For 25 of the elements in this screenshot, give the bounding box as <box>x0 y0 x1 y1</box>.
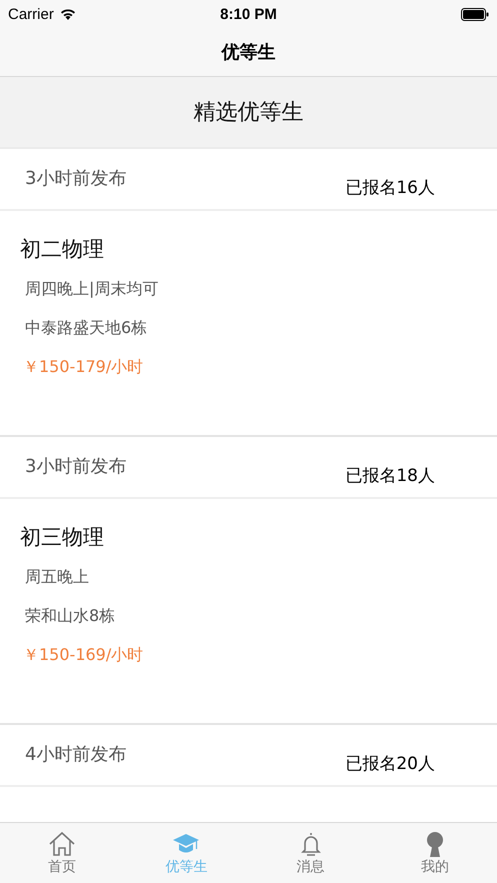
wifi-icon <box>60 8 76 20</box>
address-text: 中泰路盛天地6栋 <box>25 317 148 339</box>
tab-item[interactable]: 优等生 <box>124 823 248 883</box>
posted-time: 4小时前发布 <box>25 743 126 766</box>
signup-count: 已报名20人 <box>345 753 435 775</box>
posted-time: 3小时前发布 <box>25 167 126 190</box>
subject-title: 初二物理 <box>20 236 105 263</box>
posted-time: 3小时前发布 <box>25 455 126 478</box>
carrier-label: Carrier <box>8 6 54 22</box>
battery-icon <box>461 8 489 20</box>
subject-title: 初三物理 <box>20 524 105 551</box>
nav-title: 优等生 <box>222 41 276 64</box>
signup-count: 已报名16人 <box>345 177 435 199</box>
schedule-text: 周四晚上|周末均可 <box>25 278 160 300</box>
price-text: ￥150-179/小时 <box>23 356 144 378</box>
tab-item[interactable]: 首页 <box>0 823 124 883</box>
home-icon <box>48 830 76 858</box>
price-text: ￥150-169/小时 <box>23 644 144 666</box>
section-title: 精选优等生 <box>194 99 304 127</box>
address-text: 荣和山水8栋 <box>25 605 116 627</box>
schedule-text: 周五晚上 <box>25 566 90 588</box>
tab-item[interactable]: 消息 <box>248 823 373 883</box>
status-time: 8:10 PM <box>220 6 277 22</box>
tab-item[interactable]: 我的 <box>372 823 497 883</box>
signup-count: 已报名18人 <box>345 465 435 487</box>
